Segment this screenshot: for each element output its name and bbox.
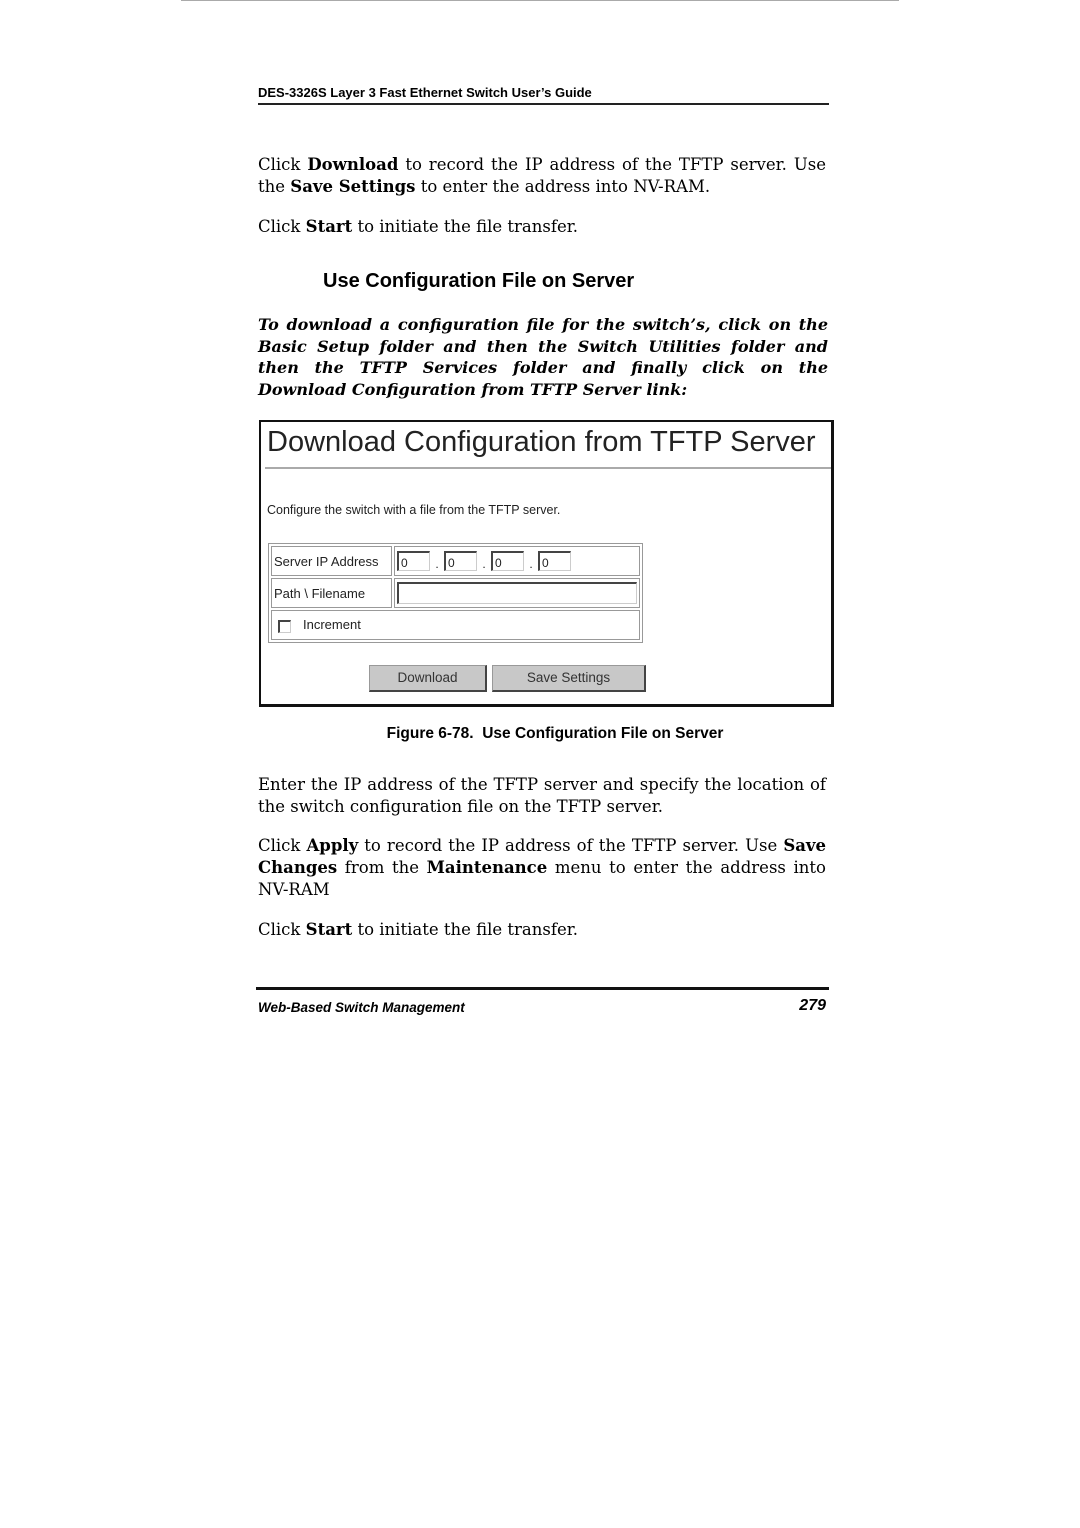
screenshot-title: Download Configuration from TFTP Server <box>267 426 816 458</box>
ip-dot: . <box>482 557 486 571</box>
footer-section-name: Web-Based Switch Management <box>258 1000 465 1015</box>
increment-checkbox[interactable] <box>278 619 291 633</box>
figure-caption: Figure 6-78. Use Configuration File on S… <box>0 725 1080 743</box>
bold-term: Start <box>305 920 353 939</box>
figure-number: Figure 6-78. <box>386 725 474 742</box>
figure-caption-text: Use Configuration File on Server <box>482 725 724 742</box>
download-button[interactable]: Download <box>369 665 487 692</box>
increment-label: Increment <box>303 617 361 633</box>
text: from the <box>337 858 427 877</box>
footer-rule <box>256 987 829 990</box>
running-header: DES-3326S Layer 3 Fast Ethernet Switch U… <box>258 85 829 105</box>
section-heading: Use Configuration File on Server <box>323 270 635 292</box>
screenshot-figure: Download Configuration from TFTP Server … <box>259 420 834 707</box>
bold-term: Start <box>305 217 353 236</box>
body-paragraph-enter-ip: Enter the IP address of the TFTP server … <box>258 775 826 816</box>
bold-term: Download <box>307 155 399 174</box>
screenshot-description: Configure the switch with a file from th… <box>267 503 561 517</box>
path-filename-input[interactable] <box>397 582 637 604</box>
text: Click <box>258 217 306 236</box>
ip-octet-2-input[interactable]: 0 <box>444 551 477 571</box>
config-form-table: Server IP Address 0. 0. 0. 0 Path \ Filenam… <box>268 543 643 643</box>
intro-paragraph-download: Click Download to record the IP address … <box>258 154 826 198</box>
server-ip-label: Server IP Address <box>271 546 392 576</box>
ip-dot: . <box>529 557 533 571</box>
server-ip-fields: 0. 0. 0. 0 <box>394 546 640 576</box>
path-filename-label: Path \ Filename <box>271 578 392 608</box>
ip-octet-4-input[interactable]: 0 <box>538 551 571 571</box>
increment-row: Increment <box>271 610 640 640</box>
increment-cell: Increment <box>271 610 640 640</box>
navigation-instruction: To download a configuration file for the… <box>258 315 828 399</box>
body-paragraph-start: Click Start to initiate the file transfe… <box>258 919 826 941</box>
text: to record the IP address of the TFTP ser… <box>358 836 784 855</box>
text: Click <box>258 155 308 174</box>
ip-octet-1-input[interactable]: 0 <box>397 551 430 571</box>
text: to enter the address into NV-RAM. <box>415 177 711 196</box>
title-divider <box>265 467 831 469</box>
path-field-cell <box>394 578 640 608</box>
text: to initiate the file transfer. <box>352 217 579 236</box>
server-ip-row: Server IP Address 0. 0. 0. 0 <box>271 546 640 576</box>
intro-paragraph-start: Click Start to initiate the file transfe… <box>258 216 826 238</box>
ip-octet-3-input[interactable]: 0 <box>491 551 524 571</box>
save-settings-button[interactable]: Save Settings <box>492 665 646 692</box>
top-rule <box>181 0 899 1</box>
bold-term: Save Settings <box>290 177 416 196</box>
page-number: 279 <box>799 997 826 1014</box>
text: Click <box>258 836 307 855</box>
text: to initiate the file transfer. <box>352 920 579 939</box>
bold-term: Apply <box>306 836 359 855</box>
path-row: Path \ Filename <box>271 578 640 608</box>
text: Click <box>258 920 306 939</box>
ip-dot: . <box>435 557 439 571</box>
bold-term: Maintenance <box>426 858 548 877</box>
body-paragraph-apply: Click Apply to record the IP address of … <box>258 835 826 901</box>
